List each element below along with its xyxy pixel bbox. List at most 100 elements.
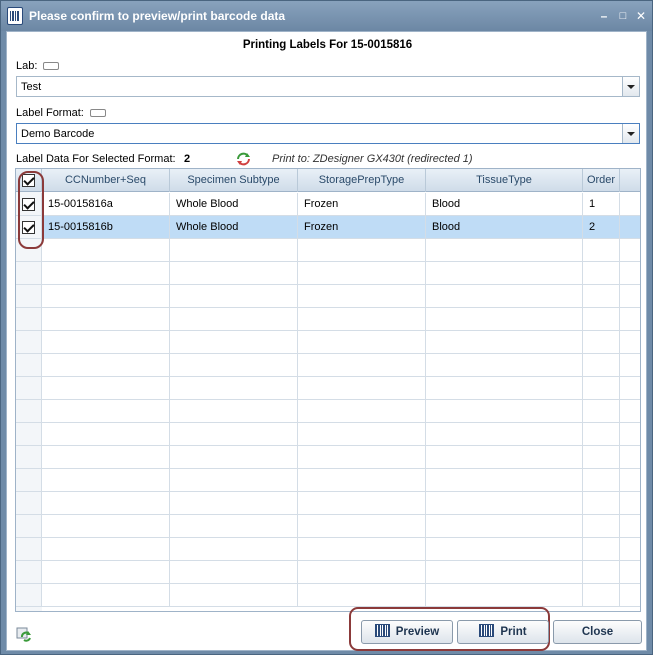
label-format-value: Demo Barcode: [21, 128, 95, 140]
empty-cell: [583, 492, 620, 514]
empty-table-row: [16, 308, 640, 331]
empty-cell: [170, 584, 298, 606]
lab-label: Lab:: [16, 60, 60, 72]
chevron-down-icon[interactable]: [622, 124, 639, 143]
empty-cell: [426, 262, 583, 284]
empty-cell: [170, 561, 298, 583]
cell-ccnumber: 15-0015816b: [42, 216, 170, 238]
column-header-storage-prep-type[interactable]: StoragePrepType: [298, 169, 426, 192]
empty-cell: [42, 446, 170, 468]
empty-cell: [426, 561, 583, 583]
row-checkbox-cell[interactable]: [16, 216, 42, 238]
empty-table-row: [16, 515, 640, 538]
refresh-grid-icon[interactable]: [16, 626, 32, 642]
empty-cell: [620, 492, 640, 514]
empty-cell: [298, 446, 426, 468]
empty-table-row: [16, 285, 640, 308]
row-checkbox[interactable]: [22, 221, 35, 234]
empty-cell: [42, 239, 170, 261]
empty-cell: [620, 561, 640, 583]
empty-cell: [620, 308, 640, 330]
label-format-hint-icon: [89, 109, 106, 118]
preview-button[interactable]: Preview: [361, 620, 453, 644]
lab-select[interactable]: Test: [16, 76, 640, 97]
close-button[interactable]: Close: [553, 620, 642, 644]
empty-table-row: [16, 354, 640, 377]
empty-cell: [170, 469, 298, 491]
window-title: Please confirm to preview/print barcode …: [29, 9, 286, 23]
empty-cell: [298, 492, 426, 514]
label-data-grid: CCNumber+Seq Specimen Subtype StoragePre…: [15, 168, 641, 612]
empty-cell: [620, 423, 640, 445]
lab-label-text: Lab:: [16, 60, 38, 72]
empty-cell: [298, 239, 426, 261]
row-checkbox-cell[interactable]: [16, 193, 42, 215]
close-window-button[interactable]: ✕: [634, 9, 648, 23]
label-format-label-text: Label Format:: [16, 107, 84, 119]
lab-value: Test: [21, 81, 42, 93]
cell-specimen-subtype: Whole Blood: [170, 193, 298, 215]
empty-table-row: [16, 538, 640, 561]
empty-table-row: [16, 377, 640, 400]
empty-cell: [16, 469, 42, 491]
row-checkbox[interactable]: [22, 198, 35, 211]
empty-table-row: [16, 239, 640, 262]
label-format-select[interactable]: Demo Barcode: [16, 123, 640, 144]
column-header-order[interactable]: Order: [583, 169, 620, 192]
empty-cell: [42, 492, 170, 514]
column-header-ccnumber[interactable]: CCNumber+Seq: [42, 169, 170, 192]
empty-cell: [170, 354, 298, 376]
empty-cell: [16, 239, 42, 261]
empty-cell: [170, 400, 298, 422]
cell-order: 2: [583, 216, 620, 238]
empty-cell: [583, 308, 620, 330]
table-row[interactable]: 15-0015816a Whole Blood Frozen Blood 1: [16, 193, 640, 216]
empty-cell: [170, 538, 298, 560]
label-data-info: Label Data For Selected Format: 2 Print …: [16, 152, 636, 167]
empty-cell: [426, 469, 583, 491]
empty-cell: [620, 377, 640, 399]
empty-cell: [620, 331, 640, 353]
column-header-specimen-subtype[interactable]: Specimen Subtype: [170, 169, 298, 192]
empty-cell: [170, 492, 298, 514]
empty-cell: [620, 469, 640, 491]
header-checkbox-cell[interactable]: [16, 169, 42, 192]
empty-cell: [16, 400, 42, 422]
empty-cell: [42, 377, 170, 399]
empty-table-row: [16, 331, 640, 354]
empty-cell: [42, 469, 170, 491]
minimize-button[interactable]: –: [597, 9, 611, 23]
empty-cell: [620, 584, 640, 606]
empty-cell: [426, 538, 583, 560]
empty-cell: [583, 285, 620, 307]
label-data-label: Label Data For Selected Format:: [16, 153, 176, 165]
empty-table-row: [16, 262, 640, 285]
empty-cell: [298, 262, 426, 284]
dialog-window: Please confirm to preview/print barcode …: [0, 0, 653, 655]
refresh-icon[interactable]: [236, 152, 251, 166]
empty-cell: [16, 377, 42, 399]
empty-cell: [42, 538, 170, 560]
maximize-button[interactable]: □: [616, 9, 630, 23]
empty-cell: [426, 423, 583, 445]
print-button[interactable]: Print: [457, 620, 549, 644]
empty-cell: [426, 492, 583, 514]
empty-cell: [170, 446, 298, 468]
empty-cell: [16, 561, 42, 583]
empty-cell: [298, 285, 426, 307]
empty-cell: [620, 538, 640, 560]
empty-cell: [620, 262, 640, 284]
empty-cell: [620, 446, 640, 468]
empty-cell: [16, 262, 42, 284]
empty-table-row: [16, 423, 640, 446]
empty-cell: [170, 308, 298, 330]
empty-cell: [620, 285, 640, 307]
empty-cell: [42, 354, 170, 376]
chevron-down-icon[interactable]: [622, 77, 639, 96]
empty-cell: [42, 423, 170, 445]
table-row[interactable]: 15-0015816b Whole Blood Frozen Blood 2: [16, 216, 640, 239]
title-bar[interactable]: Please confirm to preview/print barcode …: [1, 1, 652, 31]
empty-cell: [170, 331, 298, 353]
select-all-checkbox[interactable]: [22, 174, 35, 187]
column-header-tissue-type[interactable]: TissueType: [426, 169, 583, 192]
